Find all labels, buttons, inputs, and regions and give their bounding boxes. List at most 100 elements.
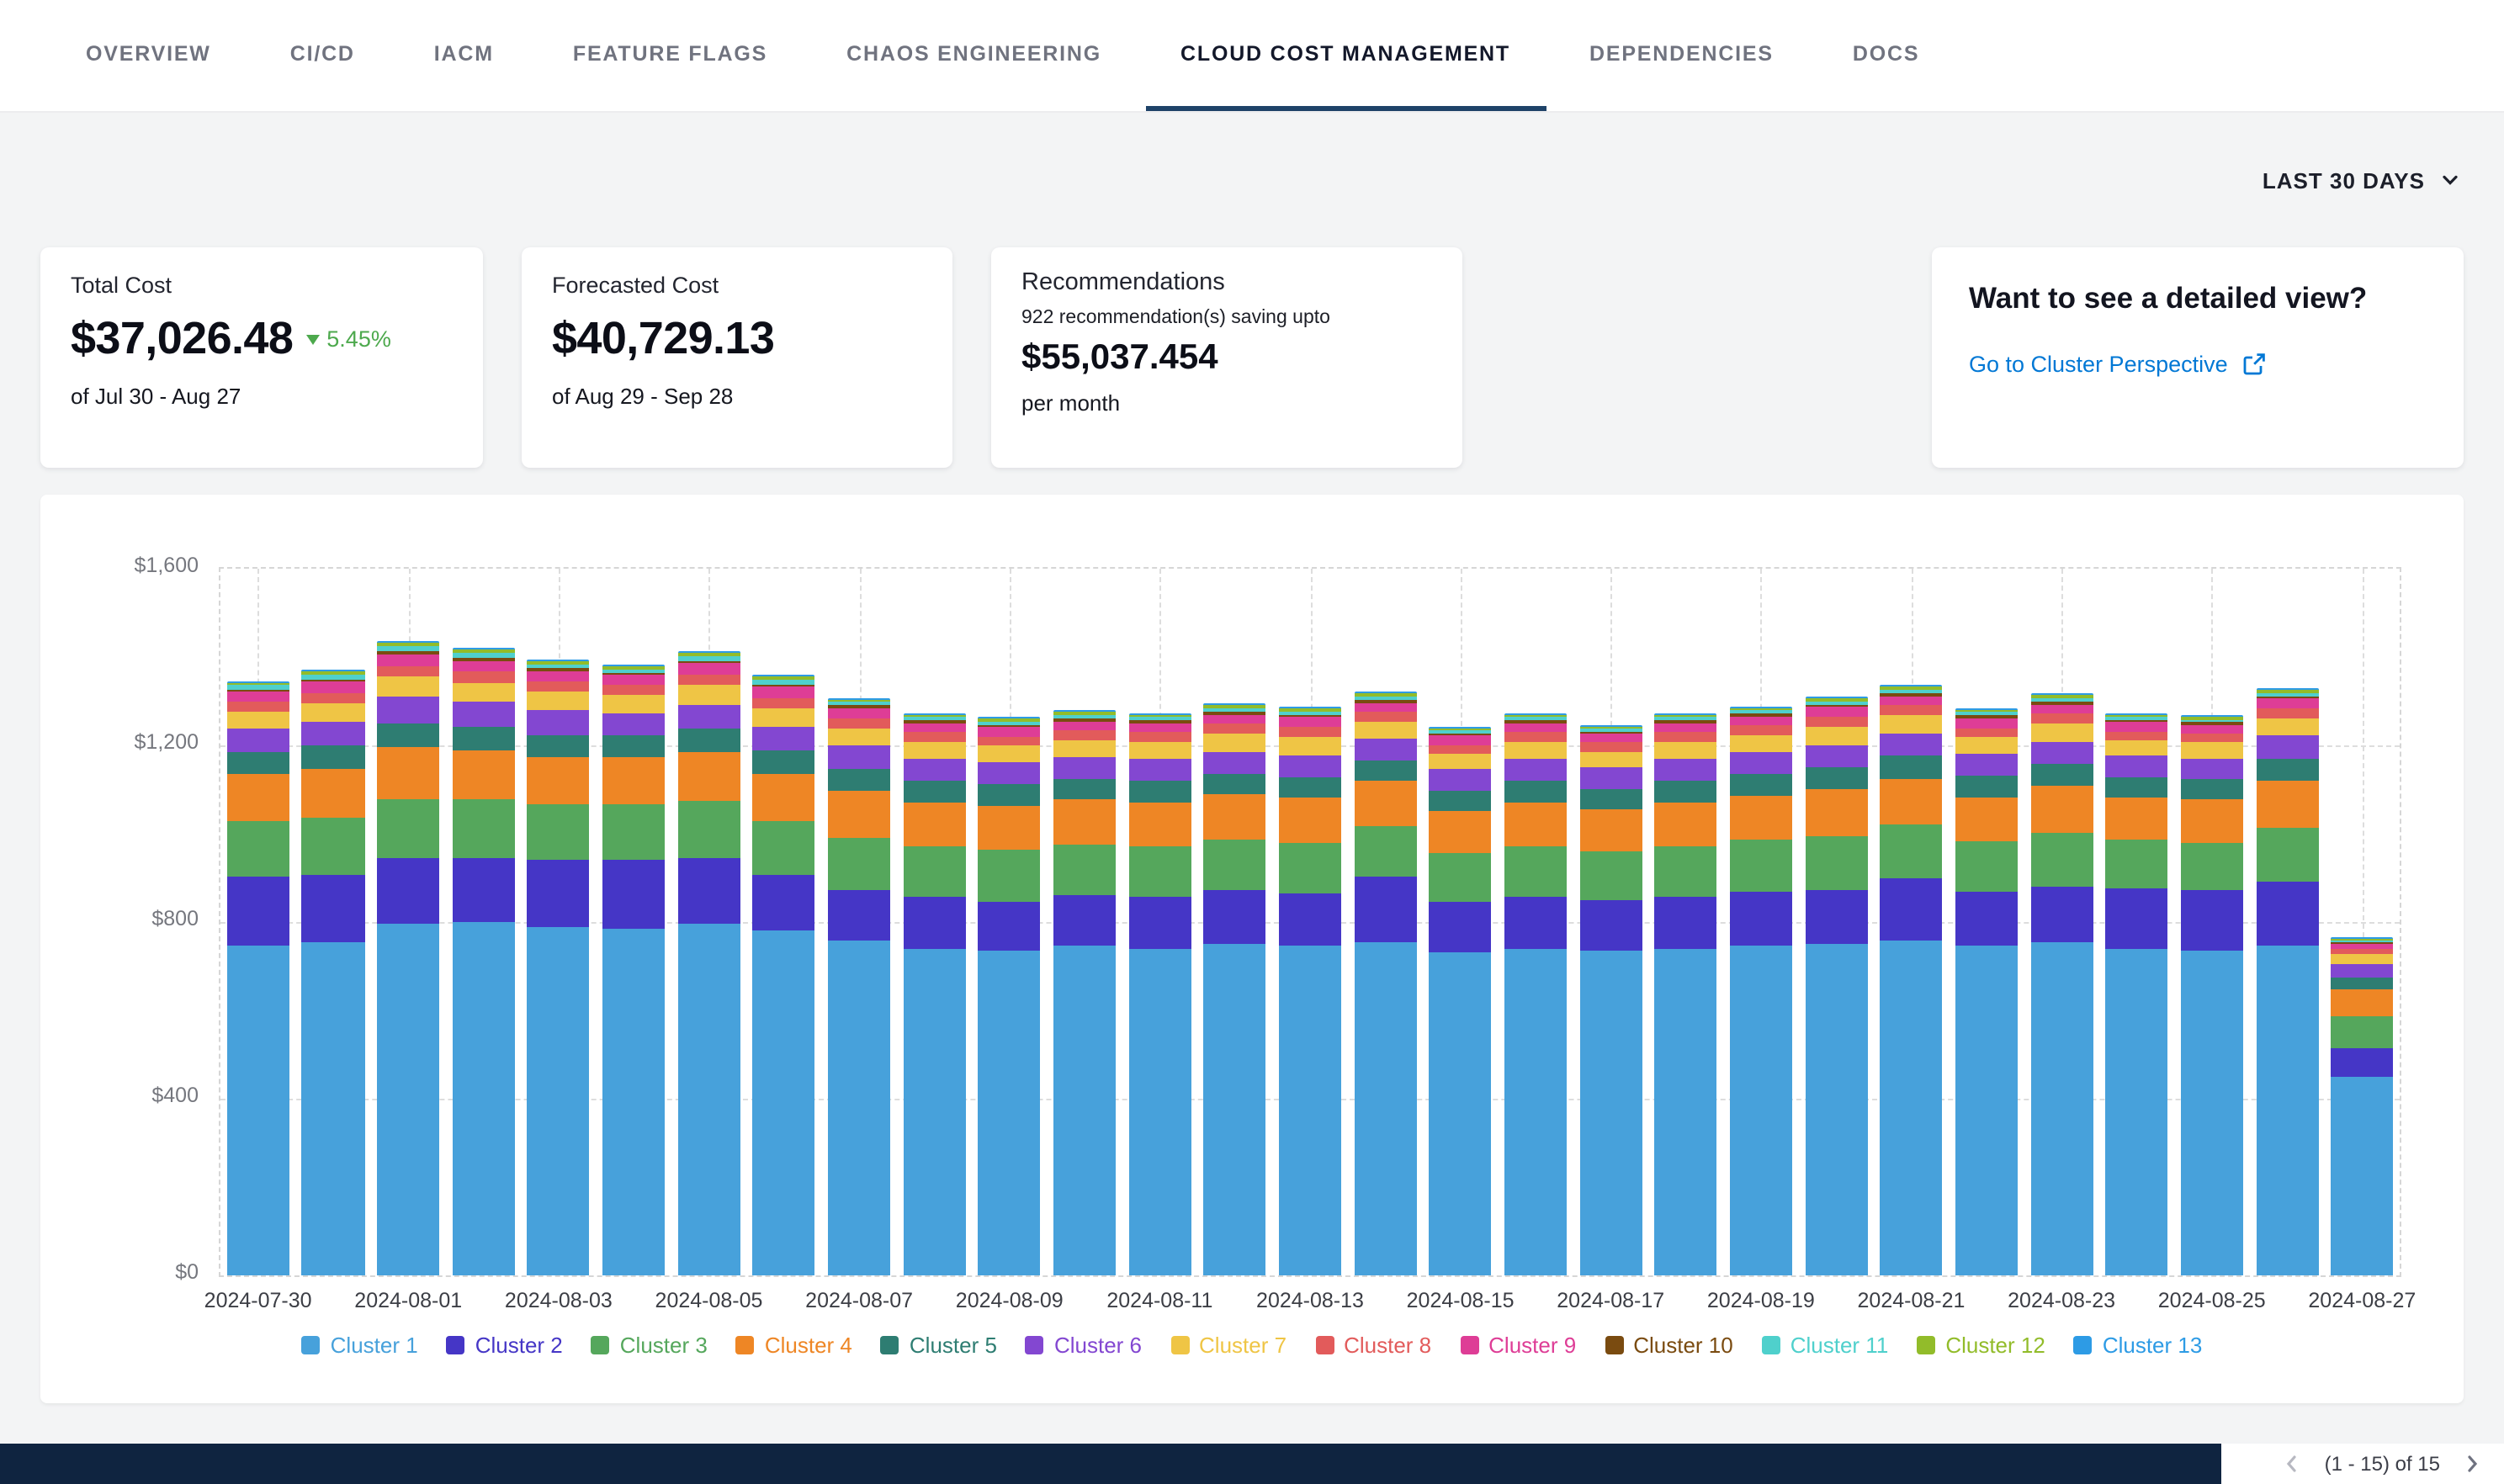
bar-column — [972, 569, 1047, 1275]
legend-swatch — [302, 1336, 321, 1354]
bar-2024-08-08[interactable] — [903, 713, 965, 1275]
bar-2024-07-31[interactable] — [302, 670, 364, 1275]
bar-segment — [1579, 899, 1642, 951]
bar-2024-08-06[interactable] — [753, 676, 815, 1275]
legend-item-cluster-1[interactable]: Cluster 1 — [302, 1333, 418, 1358]
bar-2024-08-04[interactable] — [602, 665, 665, 1275]
bar-2024-08-01[interactable] — [377, 640, 439, 1275]
bar-segment — [1805, 767, 1867, 789]
bar-2024-08-12[interactable] — [1204, 704, 1266, 1275]
bar-2024-08-17[interactable] — [1579, 725, 1642, 1275]
bar-2024-08-20[interactable] — [1805, 697, 1867, 1275]
date-range-label: LAST 30 DAYS — [2263, 167, 2425, 193]
bar-segment — [377, 723, 439, 747]
bar-segment — [1805, 890, 1867, 944]
cluster-perspective-link[interactable]: Go to Cluster Perspective — [1969, 352, 2427, 377]
legend-item-cluster-11[interactable]: Cluster 11 — [1762, 1333, 1889, 1358]
total-cost-delta-value: 5.45% — [326, 326, 391, 352]
legend-item-cluster-12[interactable]: Cluster 12 — [1917, 1333, 2045, 1358]
total-cost-card: Total Cost $37,026.48 5.45% of Jul 30 - … — [40, 247, 483, 468]
bar-segment — [1204, 795, 1266, 840]
tab-chaos-engineering[interactable]: CHAOS ENGINEERING — [811, 0, 1137, 111]
legend-label: Cluster 9 — [1488, 1333, 1576, 1358]
bar-segment — [302, 875, 364, 942]
legend-item-cluster-2[interactable]: Cluster 2 — [447, 1333, 563, 1358]
bar-column — [822, 569, 897, 1275]
legend-item-cluster-5[interactable]: Cluster 5 — [881, 1333, 997, 1358]
legend-item-cluster-4[interactable]: Cluster 4 — [736, 1333, 852, 1358]
legend-item-cluster-8[interactable]: Cluster 8 — [1315, 1333, 1431, 1358]
bar-2024-08-23[interactable] — [2030, 693, 2093, 1275]
bar-2024-08-19[interactable] — [1730, 706, 1792, 1275]
bar-column — [1874, 569, 1949, 1275]
tab-feature-flags[interactable]: FEATURE FLAGS — [538, 0, 803, 111]
legend-item-cluster-7[interactable]: Cluster 7 — [1170, 1333, 1286, 1358]
total-cost-title: Total Cost — [71, 273, 453, 298]
legend-item-cluster-6[interactable]: Cluster 6 — [1026, 1333, 1142, 1358]
tab-cloud-cost-management[interactable]: CLOUD COST MANAGEMENT — [1145, 0, 1546, 111]
bar-segment — [377, 655, 439, 666]
bar-column — [897, 569, 972, 1275]
bar-2024-08-18[interactable] — [1655, 713, 1717, 1275]
tab-dependencies[interactable]: DEPENDENCIES — [1554, 0, 1809, 111]
bar-2024-08-22[interactable] — [1955, 708, 2018, 1275]
bar-segment — [979, 763, 1041, 785]
bar-2024-08-24[interactable] — [2105, 713, 2167, 1275]
bar-segment — [828, 837, 890, 890]
legend-item-cluster-3[interactable]: Cluster 3 — [592, 1333, 708, 1358]
bar-segment — [1053, 946, 1116, 1275]
bar-segment — [1430, 853, 1492, 902]
bar-segment — [1204, 724, 1266, 734]
chevron-left-icon[interactable] — [2281, 1452, 2305, 1476]
y-axis-tick-label: $1,200 — [40, 730, 199, 754]
bar-segment — [1430, 902, 1492, 953]
tab-ci-cd[interactable]: CI/CD — [255, 0, 390, 111]
bar-segment — [377, 665, 439, 677]
bar-segment — [1655, 846, 1717, 898]
legend-item-cluster-13[interactable]: Cluster 13 — [2074, 1333, 2203, 1358]
bar-segment — [677, 925, 740, 1275]
bar-segment — [1279, 842, 1341, 893]
bar-column — [671, 569, 746, 1275]
bar-2024-08-09[interactable] — [979, 717, 1041, 1275]
bar-2024-08-27[interactable] — [2331, 937, 2393, 1275]
bar-2024-08-02[interactable] — [453, 648, 515, 1275]
tab-overview[interactable]: OVERVIEW — [50, 0, 247, 111]
bar-segment — [1279, 718, 1341, 728]
bar-2024-07-30[interactable] — [227, 681, 289, 1275]
bar-segment — [1354, 825, 1416, 877]
bar-segment — [1955, 797, 2018, 841]
bar-segment — [1430, 736, 1492, 745]
bar-2024-08-07[interactable] — [828, 697, 890, 1275]
bar-2024-08-26[interactable] — [2256, 688, 2318, 1275]
bar-segment — [1504, 846, 1567, 898]
bar-segment — [1880, 825, 1942, 879]
bar-2024-08-10[interactable] — [1053, 711, 1116, 1275]
chevron-right-icon[interactable] — [2460, 1452, 2484, 1476]
bar-segment — [2181, 780, 2243, 800]
tab-docs[interactable]: DOCS — [1817, 0, 1955, 111]
bar-2024-08-15[interactable] — [1430, 727, 1492, 1275]
legend-label: Cluster 5 — [910, 1333, 997, 1358]
bar-segment — [1579, 743, 1642, 752]
date-range-dropdown[interactable]: LAST 30 DAYS — [2263, 167, 2460, 193]
bar-segment — [1204, 839, 1266, 890]
bar-2024-08-14[interactable] — [1354, 692, 1416, 1275]
bar-segment — [2256, 781, 2318, 828]
bar-2024-08-25[interactable] — [2181, 716, 2243, 1275]
bar-column — [1272, 569, 1347, 1275]
bar-2024-08-21[interactable] — [1880, 686, 1942, 1275]
bar-segment — [979, 785, 1041, 806]
bar-2024-08-05[interactable] — [677, 651, 740, 1275]
bar-2024-08-11[interactable] — [1128, 713, 1191, 1275]
bar-segment — [903, 948, 965, 1275]
tab-iacm[interactable]: IACM — [399, 0, 529, 111]
legend-item-cluster-9[interactable]: Cluster 9 — [1460, 1333, 1576, 1358]
bar-2024-08-16[interactable] — [1504, 713, 1567, 1275]
bar-2024-08-03[interactable] — [528, 660, 590, 1275]
stacked-bar-chart: 2024-07-302024-08-012024-08-032024-08-05… — [40, 535, 2464, 1301]
legend-label: Cluster 3 — [620, 1333, 708, 1358]
bar-2024-08-13[interactable] — [1279, 707, 1341, 1275]
legend-item-cluster-10[interactable]: Cluster 10 — [1605, 1333, 1733, 1358]
bar-segment — [1805, 745, 1867, 767]
